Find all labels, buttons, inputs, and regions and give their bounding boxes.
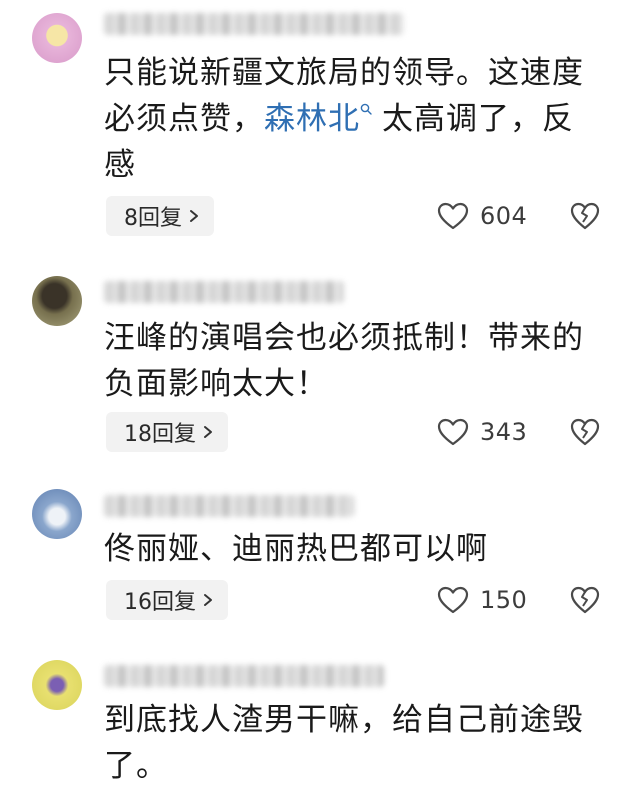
heart-outline-icon <box>437 418 469 446</box>
like-count: 604 <box>480 202 528 230</box>
avatar[interactable] <box>32 276 82 326</box>
comment-text: 到底找人渣男干嘛，给自己前途毁 了。 <box>104 697 604 789</box>
username[interactable] <box>104 13 404 35</box>
reply-count: 18回复 <box>124 422 196 447</box>
like-button[interactable]: 604 <box>436 196 527 236</box>
reply-count: 16回复 <box>124 590 196 615</box>
view-replies-button[interactable]: 18回复 <box>106 412 228 452</box>
avatar[interactable] <box>32 660 82 710</box>
avatar[interactable] <box>32 13 82 63</box>
topic-link-label: 森林北 <box>264 101 360 137</box>
view-replies-button[interactable]: 8回复 <box>106 196 214 236</box>
chevron-right-icon <box>190 210 198 222</box>
avatar[interactable] <box>32 489 82 539</box>
comment-item: 只能说新疆文旅局的领导。这速度 必须点赞，森林北 太高调了，反 感 8回复 604 <box>0 0 640 260</box>
view-replies-button[interactable]: 16回复 <box>106 580 228 620</box>
comment-text-segment: 太高调了，反 <box>382 101 574 137</box>
chevron-right-icon <box>204 426 212 438</box>
heart-outline-icon <box>437 586 469 614</box>
heart-outline-icon <box>437 202 469 230</box>
broken-heart-icon[interactable] <box>568 416 602 448</box>
comment-text-line: 汪峰的演唱会也必须抵制！带来的 <box>104 320 584 356</box>
like-count: 343 <box>480 418 528 446</box>
comment-item: 汪峰的演唱会也必须抵制！带来的 负面影响太大！ 18回复 343 <box>0 260 640 480</box>
like-count: 150 <box>480 586 528 614</box>
comment-text: 只能说新疆文旅局的领导。这速度 必须点赞，森林北 太高调了，反 感 <box>104 50 604 188</box>
broken-heart-icon[interactable] <box>568 200 602 232</box>
comment-text: 汪峰的演唱会也必须抵制！带来的 负面影响太大！ <box>104 315 604 407</box>
chevron-right-icon <box>204 594 212 606</box>
reply-count: 8回复 <box>124 206 182 231</box>
username[interactable] <box>104 281 344 303</box>
comment-text: 佟丽娅、迪丽热巴都可以啊 <box>104 526 604 572</box>
comment-text-line: 佟丽娅、迪丽热巴都可以啊 <box>104 531 488 567</box>
comment-text-segment: 必须点赞， <box>104 101 264 137</box>
search-icon <box>360 103 372 115</box>
comment-item: 佟丽娅、迪丽热巴都可以啊 16回复 150 <box>0 480 640 650</box>
comment-text-line: 到底找人渣男干嘛，给自己前途毁 <box>104 702 584 738</box>
comment-item: 到底找人渣男干嘛，给自己前途毁 了。 <box>0 650 640 784</box>
like-button[interactable]: 343 <box>436 412 527 452</box>
topic-link[interactable]: 森林北 <box>264 101 382 137</box>
like-button[interactable]: 150 <box>436 580 527 620</box>
comment-text-line: 只能说新疆文旅局的领导。这速度 <box>104 55 584 91</box>
comment-text-line: 感 <box>104 147 136 183</box>
comment-text-line: 负面影响太大！ <box>104 366 328 402</box>
comment-text-line: 了。 <box>104 748 168 784</box>
broken-heart-icon[interactable] <box>568 584 602 616</box>
username[interactable] <box>104 665 384 687</box>
username[interactable] <box>104 495 354 517</box>
